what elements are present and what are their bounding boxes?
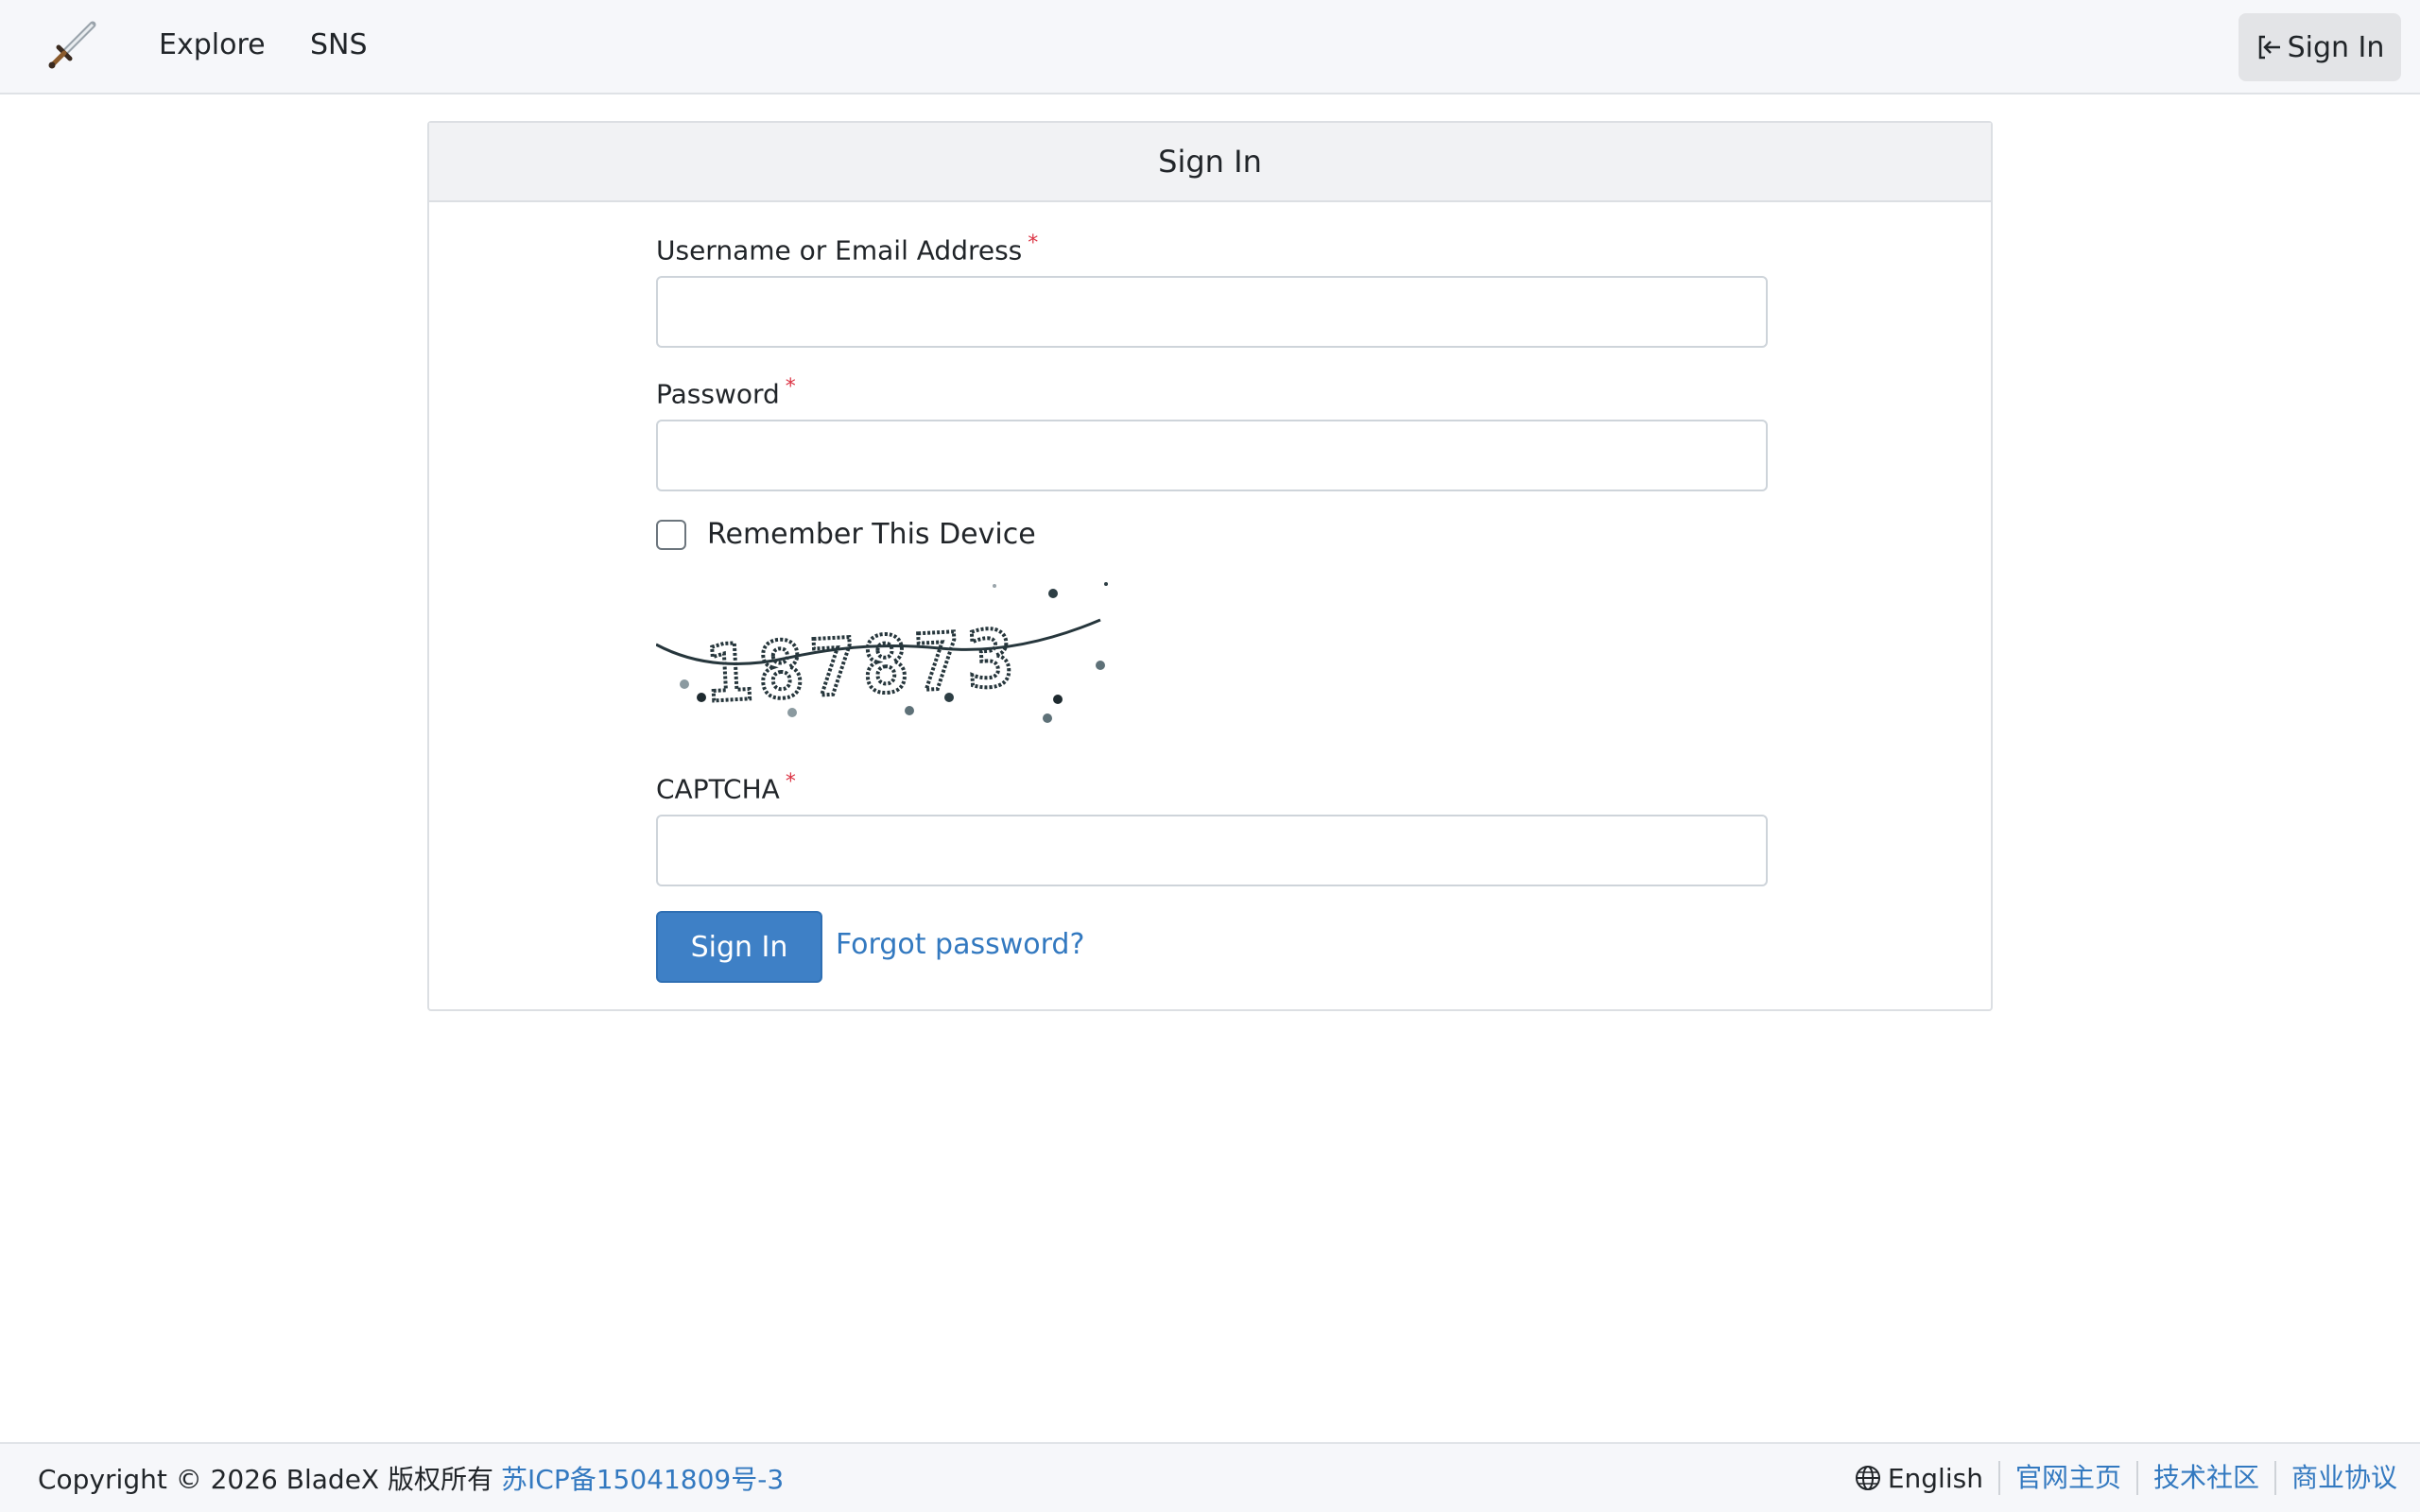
captcha-input[interactable] <box>656 815 1768 886</box>
required-mark: * <box>1028 232 1039 255</box>
language-selector[interactable]: English <box>1854 1463 1998 1494</box>
sign-in-submit-button[interactable]: Sign In <box>656 911 822 983</box>
nav-sign-in-button[interactable]: Sign In <box>2238 13 2401 81</box>
captcha-image[interactable]: 187873 <box>656 580 1110 731</box>
top-navbar: Explore SNS Sign In <box>0 0 2420 94</box>
globe-icon <box>1855 1466 1880 1490</box>
footer-link-agreement[interactable]: 商业协议 <box>2273 1461 2397 1495</box>
sword-icon[interactable] <box>45 19 98 72</box>
captcha-text: 187873 <box>703 614 1022 720</box>
required-mark: * <box>785 770 796 794</box>
captcha-label: CAPTCHA * <box>656 765 796 806</box>
nav-explore[interactable]: Explore <box>159 26 266 64</box>
language-label: English <box>1887 1462 1983 1494</box>
forgot-password-link[interactable]: Forgot password? <box>836 926 1084 964</box>
remember-device-label[interactable]: Remember This Device <box>707 518 1036 551</box>
password-label-text: Password <box>656 378 780 410</box>
footer-copyright: Copyright © 2026 BladeX 版权所有 苏ICP备1504180… <box>38 1459 784 1497</box>
password-label: Password * <box>656 370 796 411</box>
footer-link-homepage[interactable]: 官网主页 <box>1997 1461 2136 1495</box>
required-mark: * <box>785 375 796 399</box>
sign-in-card: Sign In Username or Email Address * Passw… <box>427 121 1993 1011</box>
remember-device-row[interactable]: Remember This Device <box>656 518 1036 551</box>
username-label: Username or Email Address * <box>656 227 1038 267</box>
footer: Copyright © 2026 BladeX 版权所有 苏ICP备1504180… <box>0 1442 2420 1512</box>
footer-links: English 官网主页 技术社区 商业协议 <box>1854 1461 2397 1495</box>
icp-link[interactable]: 苏ICP备15041809号-3 <box>501 1464 784 1495</box>
password-input[interactable] <box>656 420 1768 491</box>
username-label-text: Username or Email Address <box>656 234 1023 266</box>
card-title: Sign In <box>429 123 1991 202</box>
username-input[interactable] <box>656 276 1768 348</box>
copyright-text: Copyright © 2026 BladeX 版权所有 <box>38 1464 494 1495</box>
nav-sns[interactable]: SNS <box>310 26 368 64</box>
captcha-label-text: CAPTCHA <box>656 773 780 805</box>
remember-device-checkbox[interactable] <box>656 519 686 550</box>
sign-in-icon <box>2258 35 2280 60</box>
footer-link-community[interactable]: 技术社区 <box>2135 1461 2274 1495</box>
nav-sign-in-label: Sign In <box>2287 30 2385 64</box>
